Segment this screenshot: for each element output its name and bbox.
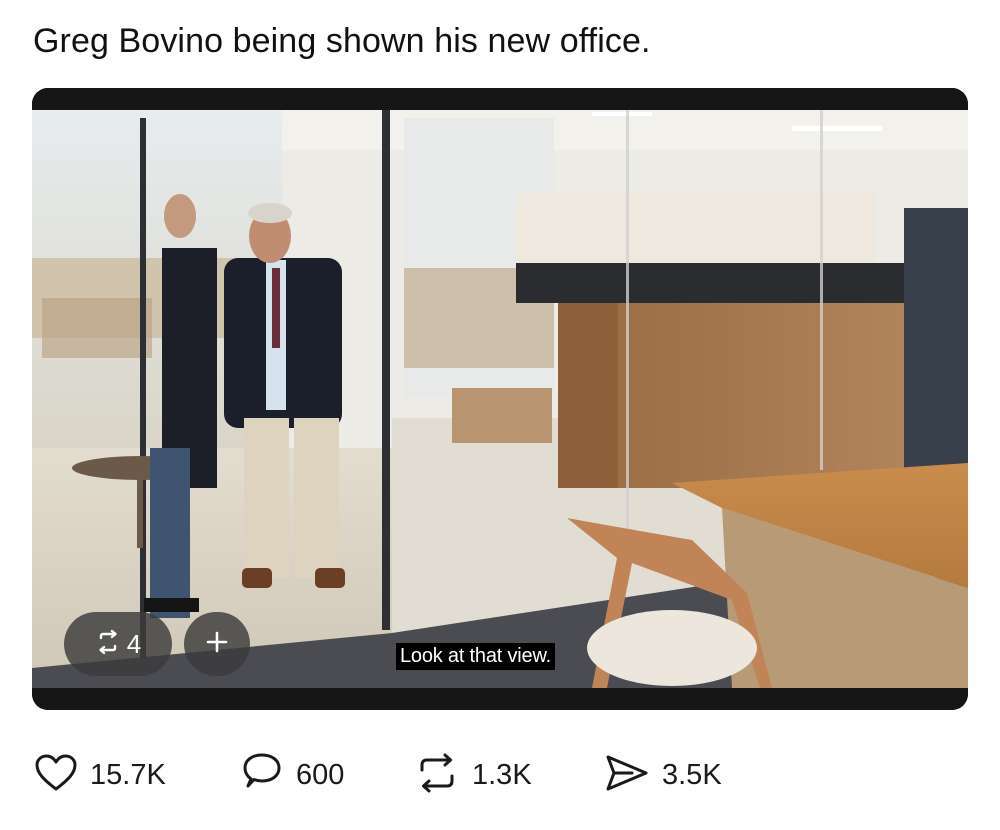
action-bar: 15.7K 600 1.3K 3.5K [0, 748, 1000, 802]
video-frame [32, 88, 968, 710]
repost-icon [414, 752, 460, 799]
repost-button[interactable]: 1.3K [414, 748, 532, 802]
post-media[interactable]: Look at that view. 4 [32, 88, 968, 710]
plus-icon [204, 629, 230, 660]
send-icon [604, 752, 650, 799]
media-add-button[interactable] [184, 612, 250, 676]
reply-count: 600 [296, 758, 345, 791]
post-text: Greg Bovino being shown his new office. [33, 22, 651, 60]
repost-icon [95, 629, 121, 660]
video-subtitle: Look at that view. [396, 643, 555, 670]
repost-count: 1.3K [472, 758, 532, 791]
like-button[interactable]: 15.7K [34, 748, 166, 802]
media-repost-button[interactable]: 4 [64, 612, 172, 676]
post: Greg Bovino being shown his new office. [0, 0, 1000, 830]
like-count: 15.7K [90, 758, 166, 791]
reply-button[interactable]: 600 [240, 748, 344, 802]
comment-icon [240, 752, 284, 799]
heart-icon [34, 753, 78, 798]
share-button[interactable]: 3.5K [604, 748, 722, 802]
share-count: 3.5K [662, 758, 722, 791]
media-repost-count: 4 [126, 628, 142, 659]
